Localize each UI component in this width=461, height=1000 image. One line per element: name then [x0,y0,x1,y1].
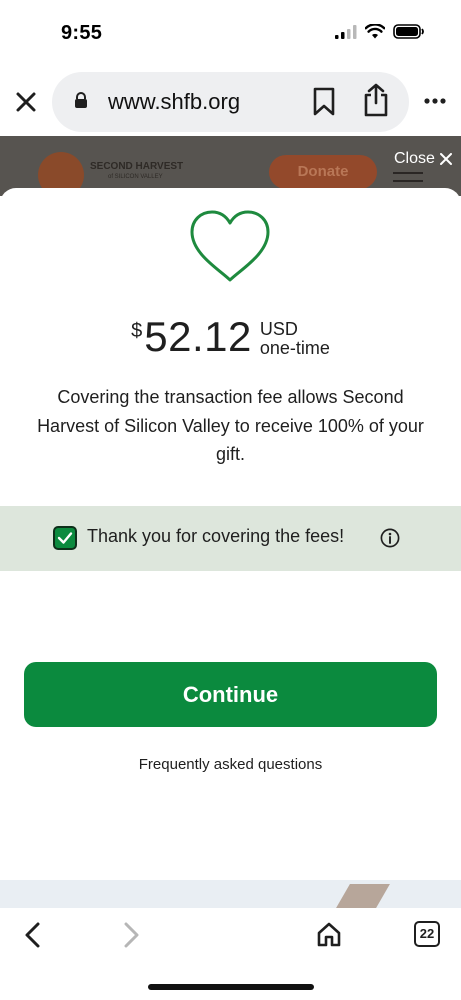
more-icon[interactable] [424,98,446,104]
browser-toolbar: www.shfb.org [0,64,461,136]
lock-icon [75,92,87,108]
browser-bottom-toolbar: 22 [0,908,461,1000]
fee-cover-row: Thank you for covering the fees! [0,506,461,571]
amount-value: 52.12 [144,313,252,360]
close-icon[interactable] [14,90,38,114]
continue-button[interactable]: Continue [24,662,437,727]
donation-modal: $ 52.12 USD one-time Covering the transa… [0,188,461,888]
site-header: SECOND HARVEST of SILICON VALLEY Donate [0,136,461,198]
back-arrow-icon[interactable] [22,921,44,949]
info-icon[interactable] [380,528,400,548]
home-indicator [148,984,314,990]
home-icon[interactable] [316,921,342,947]
fee-description: Covering the transaction fee allows Seco… [37,387,424,464]
close-modal-label: Close [394,150,435,167]
heart-icon [190,210,270,282]
donation-amount: $ 52.12 USD one-time [0,308,461,358]
close-modal-button[interactable]: Close [394,150,452,168]
close-icon [439,153,452,165]
page-content-peek [0,880,461,908]
checkmark-icon [57,532,73,544]
currency-symbol: $ [131,320,143,342]
url-text: www.shfb.org [108,89,241,114]
currency-code: USD [259,319,298,339]
bookmark-icon[interactable] [312,87,336,117]
signal-icon [335,24,357,39]
status-icons [335,24,425,39]
site-donate-button: Donate [269,155,377,189]
address-bar[interactable]: www.shfb.org [52,72,409,132]
amount-meta: USD one-time [260,320,330,358]
tabs-count-button[interactable]: 22 [414,921,440,947]
faq-link[interactable]: Frequently asked questions [0,756,461,773]
battery-icon [393,24,424,39]
site-logo-subtitle: of SILICON VALLEY [108,174,163,180]
fee-checkbox-label[interactable]: Thank you for covering the fees! [87,526,344,547]
site-logo-title: SECOND HARVEST [90,161,184,172]
wifi-icon [365,24,385,39]
status-bar: 9:55 [0,0,461,64]
donation-frequency: one-time [259,337,330,358]
site-menu-icon [393,172,423,188]
fee-checkbox[interactable] [53,526,77,550]
share-icon[interactable] [363,83,389,117]
forward-arrow-icon[interactable] [120,921,142,949]
status-time: 9:55 [61,22,103,44]
